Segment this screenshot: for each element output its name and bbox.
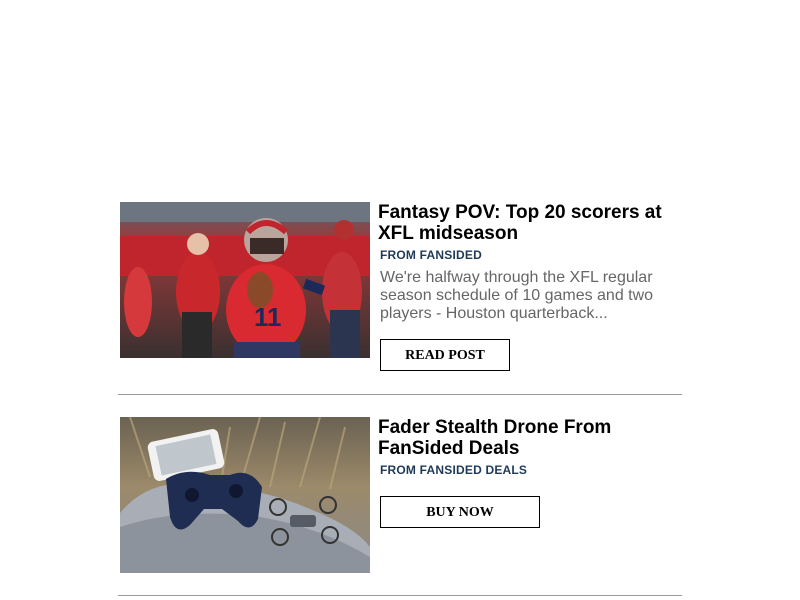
product-source: FROM FANSIDED DEALS (380, 463, 528, 477)
content-feed: 11 Fantasy POV: Top 20 scorers at XFL mi… (118, 202, 682, 596)
divider (118, 595, 682, 596)
article-card[interactable]: 11 Fantasy POV: Top 20 scorers at XFL mi… (118, 202, 682, 394)
product-content: Fader Stealth Drone From FanSided Deals … (378, 417, 678, 528)
read-post-button[interactable]: READ POST (380, 339, 510, 371)
article-title[interactable]: Fantasy POV: Top 20 scorers at XFL midse… (378, 202, 678, 244)
page: 11 Fantasy POV: Top 20 scorers at XFL mi… (0, 0, 800, 600)
article-content: Fantasy POV: Top 20 scorers at XFL midse… (378, 202, 678, 371)
drone-and-controller-photo (120, 417, 370, 573)
product-card[interactable]: Fader Stealth Drone From FanSided Deals … (118, 417, 682, 595)
product-title[interactable]: Fader Stealth Drone From FanSided Deals (378, 417, 678, 459)
article-thumbnail[interactable]: 11 (120, 202, 370, 358)
svg-text:11: 11 (254, 302, 282, 332)
buy-now-button[interactable]: BUY NOW (380, 496, 540, 528)
article-excerpt: We're halfway through the XFL regular se… (380, 269, 654, 322)
product-thumbnail[interactable] (120, 417, 370, 573)
article-source: FROM FANSIDED (380, 248, 482, 262)
football-quarterback-photo: 11 (120, 202, 370, 358)
